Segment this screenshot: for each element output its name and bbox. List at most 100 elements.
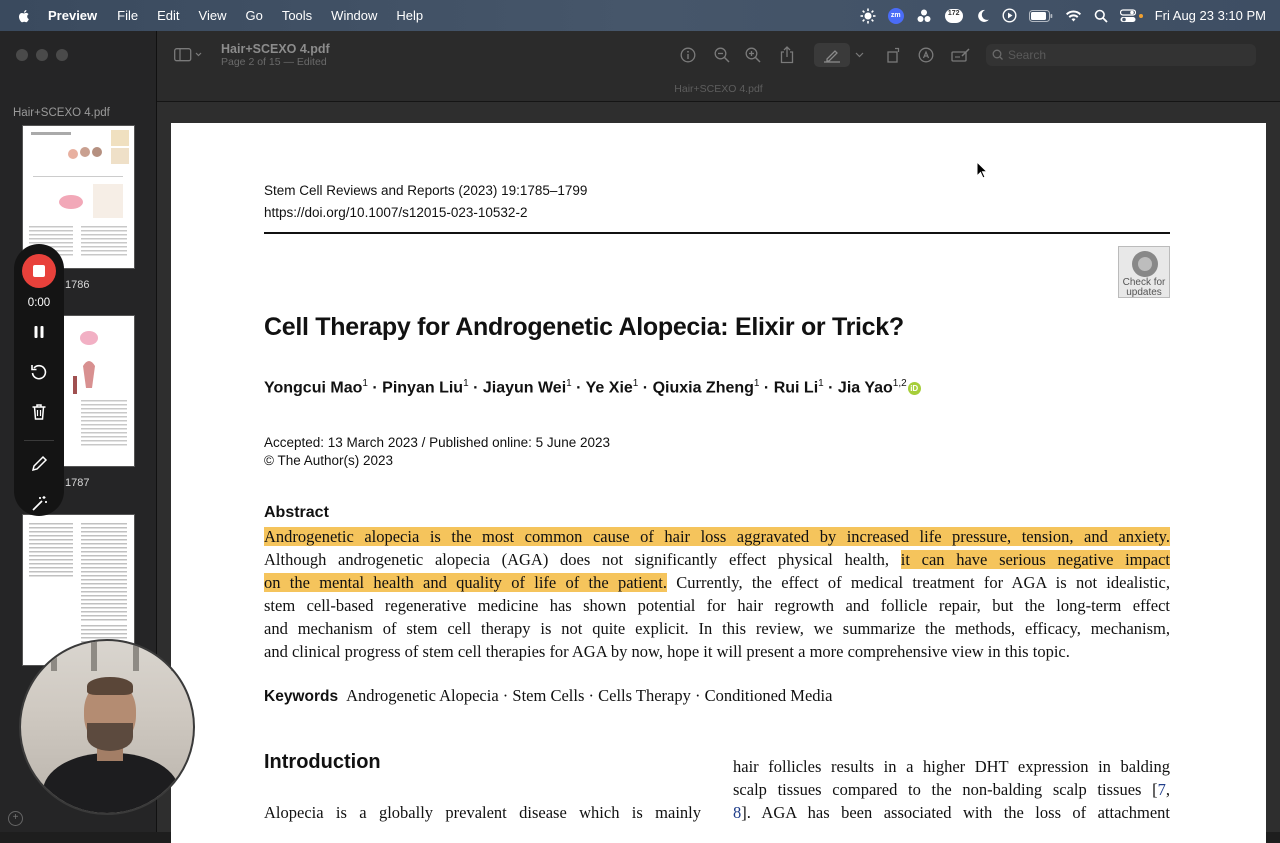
webcam-bubble[interactable] — [19, 639, 195, 815]
search-field[interactable]: Search — [986, 44, 1256, 66]
cluster-icon[interactable] — [916, 0, 932, 31]
ceiling-beam — [133, 641, 139, 671]
control-center-icon[interactable] — [1119, 0, 1143, 31]
search-icon — [992, 49, 1003, 60]
body-text-right: scalp tissues compared to the non-baldin… — [733, 780, 1170, 800]
publication-dates: Accepted: 13 March 2023 / Published onli… — [264, 435, 610, 450]
zoom-window-button[interactable] — [56, 49, 68, 61]
person-body — [43, 753, 179, 813]
form-fill-icon[interactable] — [950, 44, 972, 66]
battery-icon[interactable] — [1028, 0, 1053, 31]
abstract-text: Although androgenetic alopecia (AGA) doe… — [264, 550, 901, 569]
article-title: Cell Therapy for Androgenetic Alopecia: … — [264, 313, 904, 341]
restart-icon[interactable] — [29, 362, 49, 382]
introduction-heading: Introduction — [264, 751, 381, 773]
check-for-updates-badge[interactable]: Check for updates — [1118, 246, 1170, 298]
menu-go[interactable]: Go — [245, 8, 262, 23]
ceiling-beam — [91, 641, 97, 671]
abstract-line: on the mental health and quality of life… — [264, 573, 1170, 593]
share-icon[interactable] — [776, 44, 798, 66]
highlight-button[interactable] — [814, 43, 850, 67]
journal-citation: Stem Cell Reviews and Reports (2023) 19:… — [264, 183, 588, 198]
highlighted-text[interactable]: Androgenetic alopecia is the most common… — [264, 527, 1170, 546]
author-name: Pinyan Liu — [382, 379, 464, 397]
abstract-line: and mechanism of stem cell therapy is no… — [264, 619, 1170, 638]
add-page-icon[interactable]: + — [8, 811, 23, 826]
notification-badge-icon[interactable]: 172 — [944, 0, 964, 31]
sidebar-toggle-icon[interactable] — [173, 44, 203, 66]
spotlight-search-icon[interactable] — [1094, 0, 1108, 31]
clock[interactable]: Fri Aug 23 3:10 PM — [1155, 0, 1266, 31]
moon-icon[interactable] — [976, 0, 990, 31]
wifi-icon[interactable] — [1065, 0, 1082, 31]
sidebar-title: Hair+SCEXO 4.pdf — [13, 107, 110, 119]
author-name: Qiuxia Zheng — [652, 379, 754, 397]
document-view[interactable]: Stem Cell Reviews and Reports (2023) 19:… — [157, 102, 1280, 843]
keywords-label: Keywords — [264, 688, 339, 705]
highlighted-text[interactable]: it can have serious negative impact — [900, 550, 1171, 569]
stop-recording-button[interactable] — [22, 254, 56, 288]
author-separator: · — [823, 379, 838, 397]
tab-title: Hair+SCEXO 4.pdf — [674, 83, 763, 95]
author-name: Yongcui Mao — [264, 379, 363, 397]
author-name: Rui Li — [773, 379, 819, 397]
author-affiliation: 1,2 — [892, 378, 907, 389]
author-separator: · — [571, 379, 586, 397]
pencil-icon[interactable] — [29, 453, 49, 473]
mic-indicator-dot — [1138, 13, 1143, 18]
orcid-icon[interactable]: iD — [907, 382, 921, 396]
author-name: Jiayun Wei — [482, 379, 567, 397]
author-list: Yongcui Mao1 · Pinyan Liu1 · Jiayun Wei1… — [264, 378, 921, 397]
pdf-page[interactable]: Stem Cell Reviews and Reports (2023) 19:… — [171, 123, 1266, 843]
info-icon[interactable] — [677, 44, 699, 66]
magic-wand-icon[interactable] — [29, 493, 49, 513]
abstract-line: stem cell-based regenerative medicine ha… — [264, 596, 1170, 615]
menu-help[interactable]: Help — [396, 8, 423, 23]
play-circle-icon[interactable] — [1002, 0, 1017, 31]
page-label-1787: 1787 — [65, 477, 90, 489]
body-text-right: hair follicles results in a higher DHT e… — [733, 757, 1170, 776]
pause-icon[interactable] — [29, 322, 49, 342]
copyright-notice: © The Author(s) 2023 — [264, 453, 394, 468]
citation-link[interactable]: 7 — [1158, 780, 1166, 799]
author-separator: · — [367, 379, 383, 397]
abstract-line: Although androgenetic alopecia (AGA) doe… — [264, 550, 1171, 570]
trash-icon[interactable] — [29, 402, 49, 422]
zoom-out-icon[interactable] — [711, 44, 733, 66]
person-hair — [87, 677, 133, 695]
body-text: scalp tissues compared to the non-baldin… — [733, 780, 1158, 799]
zoom-in-icon[interactable] — [742, 44, 764, 66]
author-name: Jia Yao — [837, 379, 893, 397]
keywords: Keywords Androgenetic Alopecia · Stem Cel… — [264, 686, 832, 706]
citation-link[interactable]: 8 — [733, 803, 741, 822]
screen-recorder-panel: 0:00 — [14, 244, 64, 516]
author-separator: · — [638, 379, 653, 397]
rotate-icon[interactable] — [883, 44, 905, 66]
minimize-window-button[interactable] — [36, 49, 48, 61]
divider — [24, 440, 54, 441]
person-beard — [87, 723, 133, 751]
zoom-icon[interactable]: zm — [887, 0, 904, 31]
abstract-text: Currently, the effect of medical treatme… — [667, 573, 1170, 592]
toolbar: Hair+SCEXO 4.pdf Page 2 of 15 — Edited S… — [157, 31, 1280, 102]
apple-icon[interactable] — [16, 8, 32, 24]
abstract-line: Androgenetic alopecia is the most common… — [264, 527, 1170, 547]
highlighted-text[interactable]: on the mental health and quality of life… — [264, 573, 667, 592]
recording-timer: 0:00 — [27, 297, 51, 309]
menu-window[interactable]: Window — [331, 8, 377, 23]
mouse-cursor-icon — [976, 161, 988, 179]
markup-icon[interactable] — [915, 44, 937, 66]
menu-edit[interactable]: Edit — [157, 8, 179, 23]
zoom-badge-label: zm — [887, 7, 904, 24]
document-title[interactable]: Hair+SCEXO 4.pdf — [221, 42, 330, 56]
brightness-icon[interactable] — [860, 0, 876, 31]
search-placeholder: Search — [1008, 48, 1047, 62]
menu-file[interactable]: File — [117, 8, 138, 23]
menu-view[interactable]: View — [199, 8, 227, 23]
menu-app-name[interactable]: Preview — [48, 8, 97, 23]
ceiling-beam — [171, 641, 177, 671]
highlight-options-chevron-icon[interactable] — [852, 44, 866, 66]
close-window-button[interactable] — [16, 49, 28, 61]
menu-tools[interactable]: Tools — [282, 8, 312, 23]
doi-link[interactable]: https://doi.org/10.1007/s12015-023-10532… — [264, 205, 527, 220]
